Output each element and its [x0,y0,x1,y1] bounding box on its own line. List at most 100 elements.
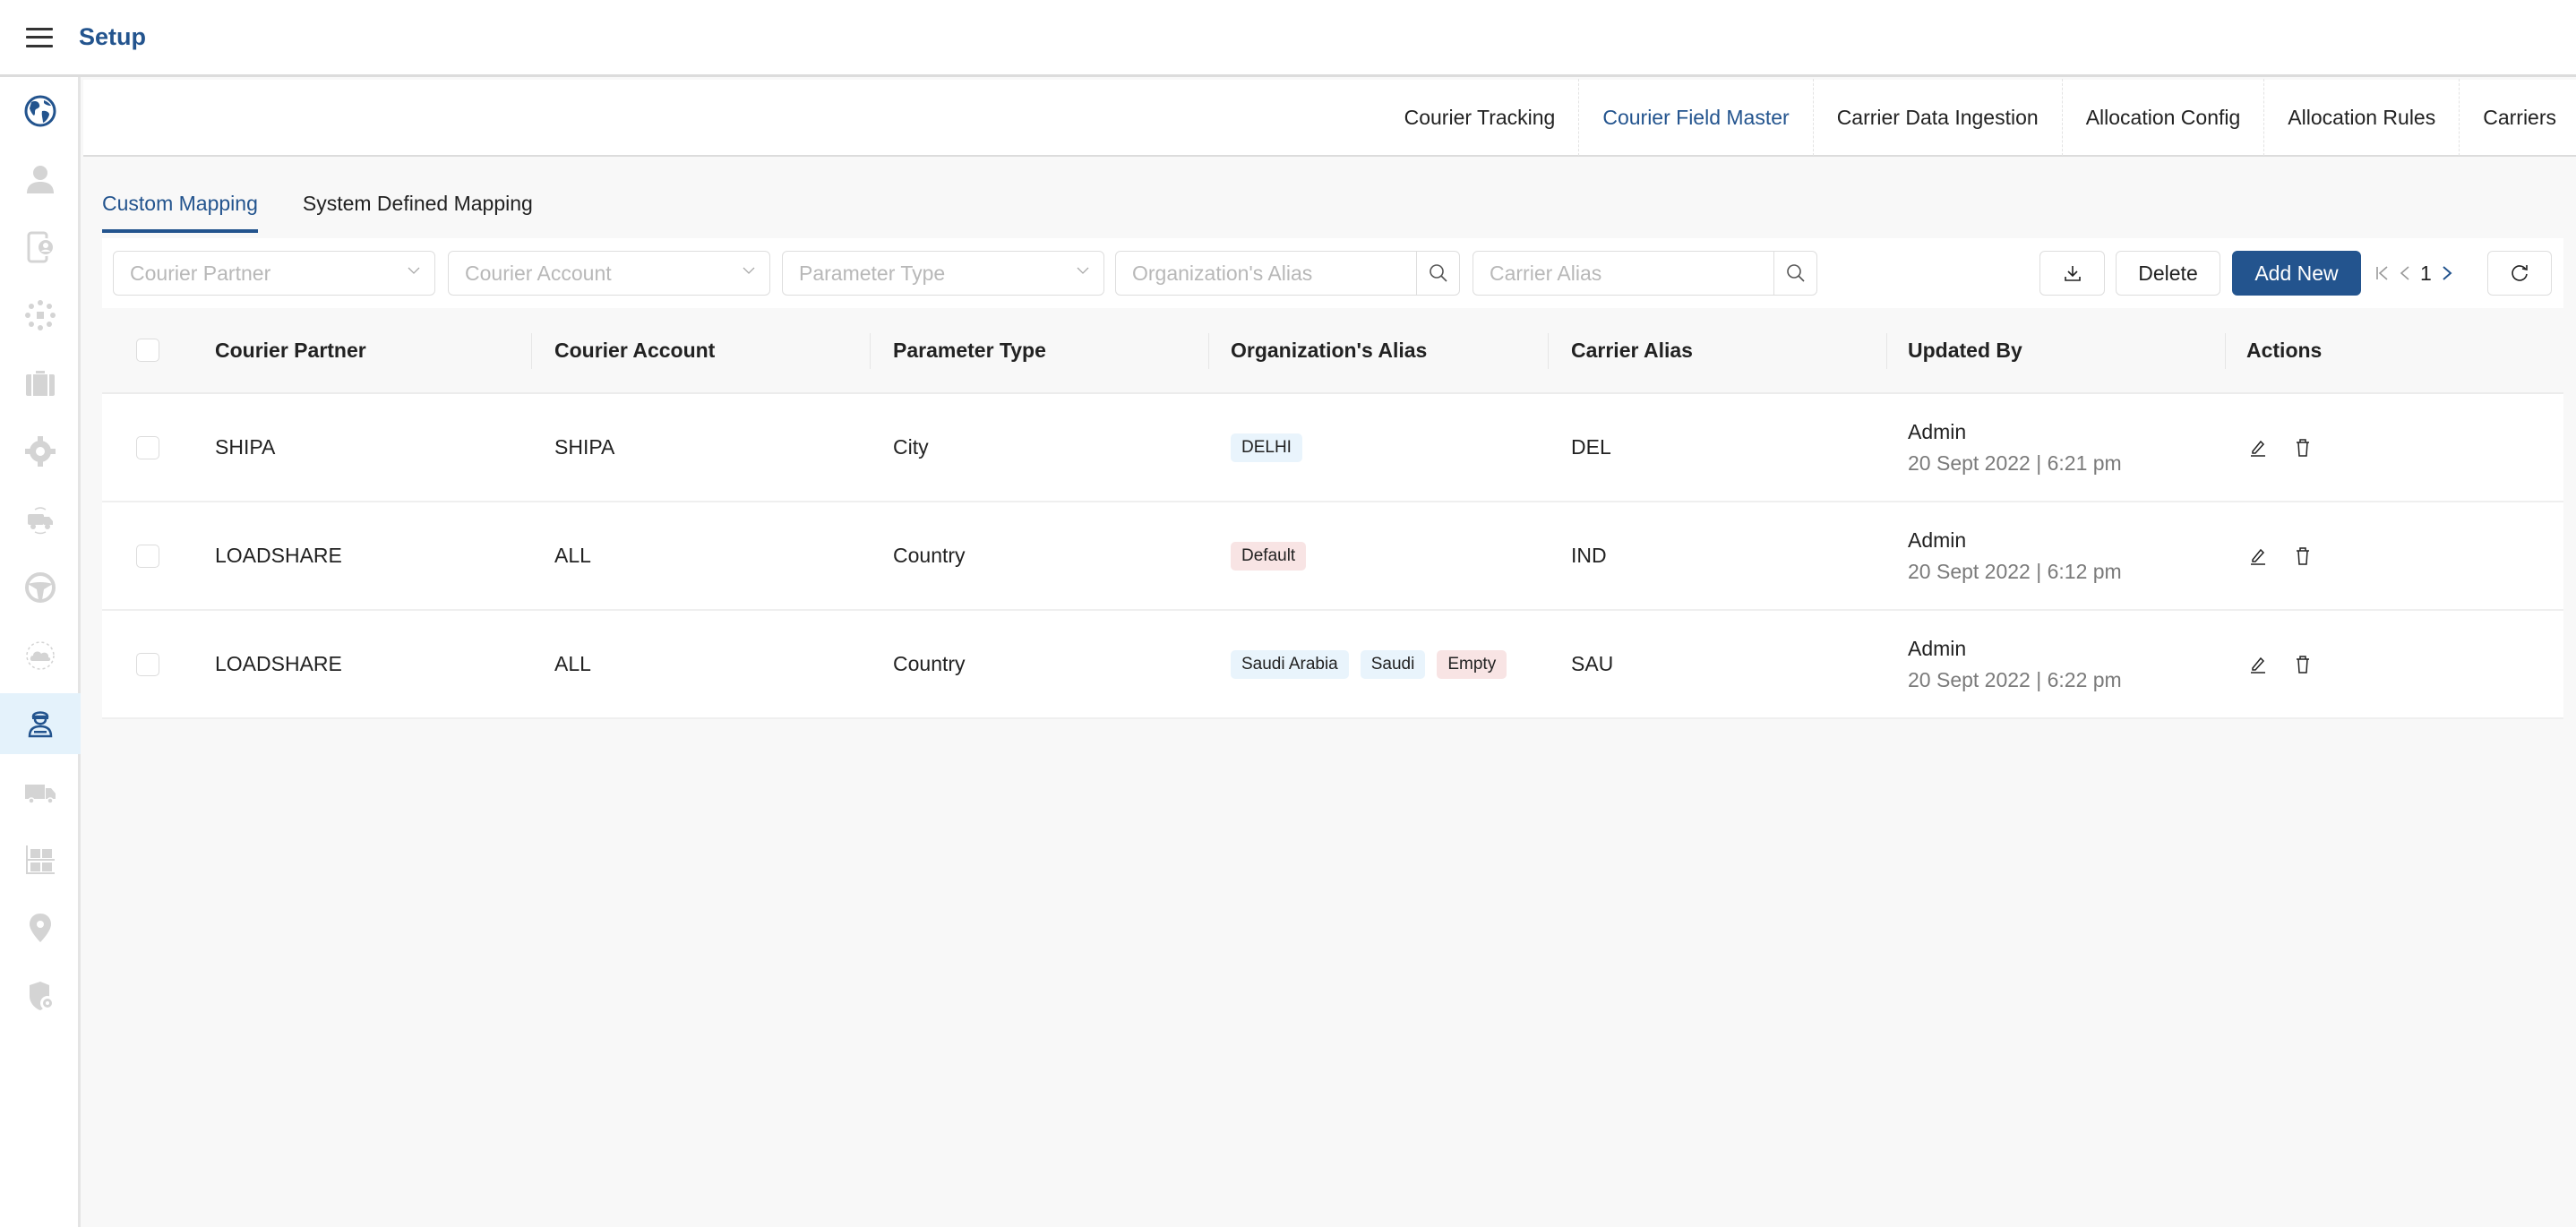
alias-tag: DELHI [1231,433,1302,462]
module-nav: Courier Tracking Courier Field Master Ca… [83,79,2576,157]
column-divider [531,333,532,369]
cell-updated-by: Admin 20 Sept 2022 | 6:21 pm [1908,394,2122,501]
table-header: Courier Partner Courier Account Paramete… [102,308,2563,394]
nav-carriers[interactable]: Carriers [2459,79,2576,156]
col-org-alias[interactable]: Organization's Alias [1231,308,1427,392]
sidebar-item-truck[interactable] [0,761,81,822]
cell-org-alias: DELHI [1231,394,1314,501]
sidebar-item-mobile-users[interactable] [0,217,81,278]
carrier-alias-search-button[interactable] [1773,252,1816,295]
cell-carrier-alias: DEL [1571,435,1611,459]
user-icon [27,166,54,193]
parameter-type-placeholder: Parameter Type [799,261,946,285]
cell-org-alias: Default [1231,502,1318,609]
courier-account-placeholder: Courier Account [465,261,612,285]
pagination: 1 [2375,251,2453,296]
steering-wheel-icon [25,572,56,603]
cell-actions [2248,394,2313,501]
row-checkbox[interactable] [136,435,159,459]
briefcase-icon [26,371,55,396]
sidebar-item-steering[interactable] [0,557,81,618]
cell-updated-by: Admin 20 Sept 2022 | 6:12 pm [1908,502,2122,609]
nav-allocation-rules[interactable]: Allocation Rules [2263,79,2459,156]
top-header: Setup [0,0,2576,77]
cell-updated-by: Admin 20 Sept 2022 | 6:22 pm [1908,611,2122,717]
mapping-card: Courier Partner Courier Account Paramete… [102,238,2563,719]
select-all-checkbox[interactable] [136,339,159,362]
cell-courier-account: ALL [554,652,591,675]
sidebar-item-network[interactable] [0,285,81,346]
next-page-button[interactable] [2441,264,2453,282]
sidebar-item-warehouse[interactable] [0,829,81,890]
tab-custom-mapping[interactable]: Custom Mapping [102,176,258,233]
sidebar-item-settings[interactable] [0,421,81,482]
org-alias-search-button[interactable] [1416,252,1459,295]
nav-allocation-config[interactable]: Allocation Config [2061,79,2264,156]
updated-by-name: Admin [1908,636,1967,660]
sidebar-item-truck-sync[interactable] [0,489,81,550]
delete-row-button[interactable] [2293,655,2313,674]
sidebar-item-cloud[interactable] [0,625,81,686]
column-divider [1208,333,1209,369]
col-courier-account[interactable]: Courier Account [554,308,715,392]
alias-tag: Saudi Arabia [1231,649,1349,679]
table-row: SHIPA SHIPA City DELHI DEL Admin 20 Sept… [102,394,2563,502]
mapping-table: Courier Partner Courier Account Paramete… [102,308,2563,719]
sidebar-item-hubs[interactable] [0,81,81,142]
tab-system-defined-mapping[interactable]: System Defined Mapping [303,176,533,233]
nav-courier-field-master[interactable]: Courier Field Master [1578,79,1812,156]
sidebar-item-courier[interactable] [0,693,81,754]
row-checkbox-cell [136,502,159,609]
chevron-down-icon [743,267,755,274]
nav-carrier-data-ingestion[interactable]: Carrier Data Ingestion [1812,79,2062,156]
table-row: LOADSHARE ALL Country Default IND Admin … [102,502,2563,611]
cell-parameter-type: City [893,435,929,459]
updated-by-name: Admin [1908,419,1967,443]
cloud-network-icon [26,641,55,670]
col-actions: Actions [2246,338,2323,362]
sidebar-item-security[interactable] [0,965,81,1026]
org-alias-input[interactable] [1116,252,1416,295]
edit-button[interactable] [2248,655,2268,674]
add-new-button[interactable]: Add New [2232,251,2361,296]
location-pin-icon [30,914,51,942]
edit-button[interactable] [2248,546,2268,566]
row-checkbox[interactable] [136,544,159,568]
row-checkbox[interactable] [136,652,159,676]
carrier-alias-input[interactable] [1473,252,1773,295]
sidebar-item-briefcase[interactable] [0,353,81,414]
chevron-down-icon [1077,267,1089,274]
sidebar-item-users[interactable] [0,149,81,210]
cell-courier-partner: LOADSHARE [215,544,342,567]
trash-icon [2297,438,2309,457]
edit-button[interactable] [2248,438,2268,458]
refresh-icon [2512,265,2528,281]
alias-tag: Default [1231,541,1307,571]
col-updated-by[interactable]: Updated By [1908,308,2022,392]
download-button[interactable] [2039,251,2105,296]
courier-account-select[interactable]: Courier Account [448,251,770,296]
cell-courier-partner: SHIPA [215,435,276,459]
courier-partner-placeholder: Courier Partner [130,261,271,285]
refresh-button[interactable] [2487,251,2552,296]
cell-parameter-type: Country [893,652,966,675]
parameter-type-select[interactable]: Parameter Type [782,251,1104,296]
hamburger-menu-icon[interactable] [26,27,53,47]
first-page-button[interactable] [2375,264,2390,282]
courier-person-icon [28,711,53,738]
edit-icon [2251,548,2265,565]
select-all-checkbox-cell [136,308,159,392]
col-carrier-alias[interactable]: Carrier Alias [1571,308,1693,392]
trash-icon [2297,546,2309,565]
courier-partner-select[interactable]: Courier Partner [113,251,435,296]
delete-row-button[interactable] [2293,438,2313,458]
cell-courier-account: SHIPA [554,435,615,459]
sidebar-item-location[interactable] [0,897,81,958]
column-divider [1548,333,1549,369]
delete-row-button[interactable] [2293,546,2313,566]
nav-courier-tracking[interactable]: Courier Tracking [1381,79,1579,156]
col-courier-partner[interactable]: Courier Partner [215,308,366,392]
col-parameter-type[interactable]: Parameter Type [893,308,1046,392]
delete-button[interactable]: Delete [2116,251,2220,296]
prev-page-button[interactable] [2399,264,2411,282]
